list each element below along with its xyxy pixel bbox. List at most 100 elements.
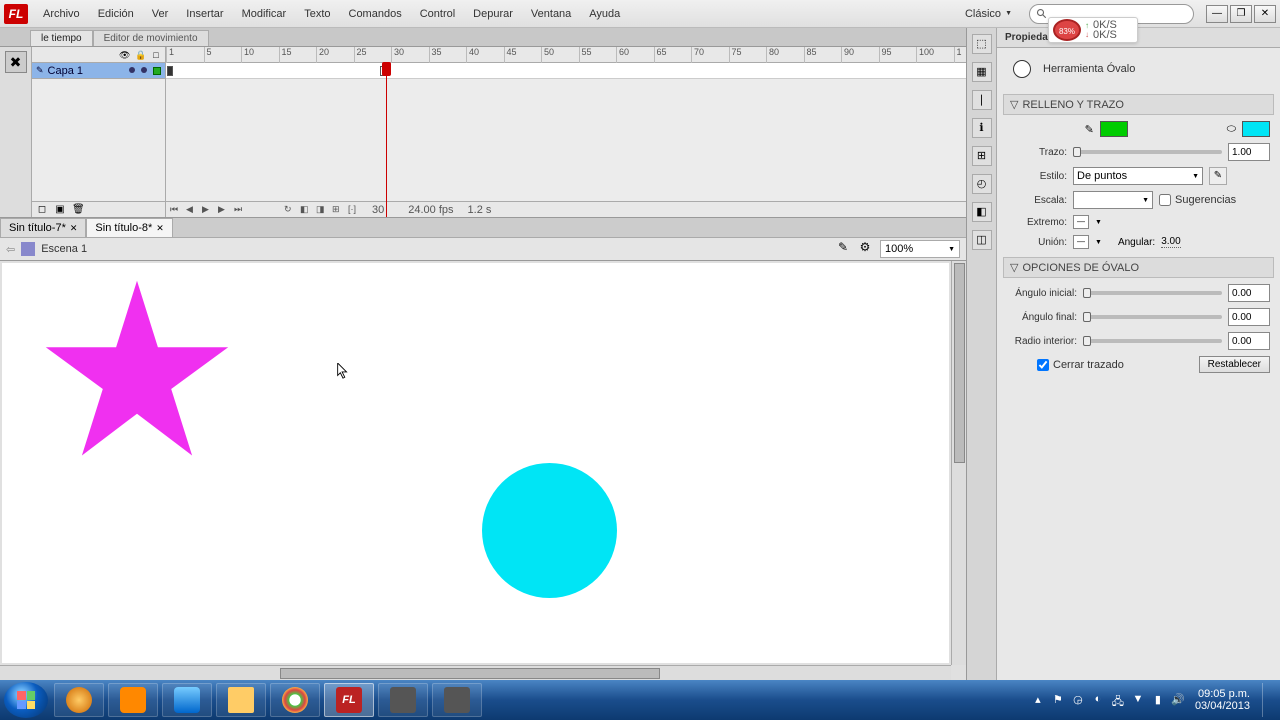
fill-color-swatch[interactable] [1242,121,1270,137]
clock[interactable]: 09:05 p.m. 03/04/2013 [1195,688,1250,712]
menu-ayuda[interactable]: Ayuda [580,4,629,24]
end-angle-slider[interactable] [1083,315,1222,319]
close-button[interactable]: ✕ [1254,5,1276,23]
lock-icon[interactable]: 🔒 [135,50,145,60]
close-icon[interactable]: ✕ [156,223,164,234]
slider-thumb[interactable] [1083,336,1091,346]
star-shape[interactable] [37,275,237,465]
taskbar-app[interactable] [216,683,266,717]
playhead[interactable] [386,63,387,217]
stroke-width-input[interactable] [1228,143,1270,161]
tab-timeline[interactable]: le tiempo [30,30,93,46]
cap-select[interactable]: — [1073,215,1089,229]
menu-texto[interactable]: Texto [295,4,339,24]
workspace-selector[interactable]: Clásico ▼ [956,4,1021,24]
layer-track[interactable] [166,63,966,79]
edit-scene-button[interactable]: ✎ [834,240,852,258]
shield-icon[interactable]: ▼ [1131,693,1145,707]
taskbar-app[interactable] [378,683,428,717]
taskbar-app[interactable] [432,683,482,717]
menu-archivo[interactable]: Archivo [34,4,89,24]
menu-depurar[interactable]: Depurar [464,4,522,24]
oval-shape[interactable] [482,463,617,598]
eye-icon[interactable]: 👁 [119,50,129,60]
properties-tab[interactable]: Propiedades [997,28,1280,48]
lock-dot[interactable] [141,67,147,73]
edit-style-button[interactable]: ✎ [1209,167,1227,185]
zoom-select[interactable]: 100% ▼ [880,240,960,258]
edit-symbol-button[interactable]: ⚙ [856,240,874,258]
scale-select[interactable]: ▼ [1073,191,1153,209]
start-button[interactable] [4,682,48,718]
join-select[interactable]: — [1073,235,1089,249]
menu-control[interactable]: Control [411,4,464,24]
style-select[interactable]: De puntos ▼ [1073,167,1203,185]
doc-tab[interactable]: Sin título-8* ✕ [86,218,172,237]
taskbar-app[interactable] [162,683,212,717]
reset-button[interactable]: Restablecer [1199,356,1270,373]
edit-tool-icon[interactable]: ✖ [5,51,27,73]
outline-icon[interactable]: □ [151,50,161,60]
inner-radius-input[interactable] [1228,332,1270,350]
battery-icon[interactable]: ▮ [1151,693,1165,707]
edit-multi-button[interactable]: ⊞ [332,204,344,216]
vertical-scrollbar[interactable] [951,261,966,665]
marker-button[interactable]: [·] [348,204,360,216]
new-layer-button[interactable]: ◻ [36,204,48,216]
horizontal-scrollbar[interactable] [0,665,951,680]
tool-button[interactable]: ⊞ [972,146,992,166]
tool-button[interactable]: ◫ [972,230,992,250]
keyframe[interactable] [167,66,173,76]
show-desktop-button[interactable] [1262,683,1270,717]
tool-button[interactable]: ⬚ [972,34,992,54]
tool-button[interactable]: ▦ [972,62,992,82]
loop-button[interactable]: ↻ [284,204,296,216]
tool-button[interactable]: ◧ [972,202,992,222]
new-folder-button[interactable]: ▣ [54,204,66,216]
minimize-button[interactable]: — [1206,5,1228,23]
slider-thumb[interactable] [1083,312,1091,322]
prev-frame-button[interactable]: ◀ [186,204,198,216]
flag-icon[interactable]: ⚑ [1051,693,1065,707]
menu-ventana[interactable]: Ventana [522,4,580,24]
taskbar-app[interactable] [54,683,104,717]
close-path-checkbox[interactable]: Cerrar trazado [1037,359,1124,371]
play-button[interactable]: ▶ [202,204,214,216]
taskbar-app-flash[interactable]: FL [324,683,374,717]
last-frame-button[interactable]: ⏭ [234,204,246,216]
taskbar-app[interactable] [270,683,320,717]
menu-modificar[interactable]: Modificar [233,4,296,24]
next-frame-button[interactable]: ▶ [218,204,230,216]
close-icon[interactable]: ✕ [70,223,78,234]
delete-layer-button[interactable]: 🗑 [72,204,84,216]
tool-button[interactable]: ℹ [972,118,992,138]
menu-insertar[interactable]: Insertar [177,4,232,24]
frames-ruler[interactable]: 1510152025303540455055606570758085909510… [166,47,966,63]
stroke-slider[interactable] [1073,150,1222,154]
back-arrow-icon[interactable]: ⇦ [6,243,15,256]
tray-icon[interactable]: ◶ [1071,693,1085,707]
volume-icon[interactable]: 🔊 [1171,693,1185,707]
tool-button[interactable]: ◴ [972,174,992,194]
scrollbar-thumb[interactable] [280,668,660,679]
start-angle-slider[interactable] [1083,291,1222,295]
tab-motion-editor[interactable]: Editor de movimiento [93,30,209,46]
slider-thumb[interactable] [1083,288,1091,298]
slider-thumb[interactable] [1073,147,1081,157]
taskbar-app[interactable] [108,683,158,717]
restore-button[interactable]: ❐ [1230,5,1252,23]
tray-icon[interactable]: ◐ [1091,693,1105,707]
network-icon[interactable]: 🖧 [1111,693,1125,707]
menu-edicion[interactable]: Edición [89,4,143,24]
frames-area[interactable]: 1510152025303540455055606570758085909510… [166,47,966,217]
outline-square[interactable] [153,67,161,75]
doc-tab[interactable]: Sin título-7* ✕ [0,218,86,237]
onion-outline-button[interactable]: ◨ [316,204,328,216]
scrollbar-thumb[interactable] [954,263,965,463]
tool-button[interactable]: ❘ [972,90,992,110]
stroke-color-swatch[interactable] [1100,121,1128,137]
visibility-dot[interactable] [129,67,135,73]
section-fill-stroke[interactable]: ▽ RELLENO Y TRAZO [1003,94,1274,115]
stage[interactable] [2,263,949,663]
menu-comandos[interactable]: Comandos [340,4,411,24]
